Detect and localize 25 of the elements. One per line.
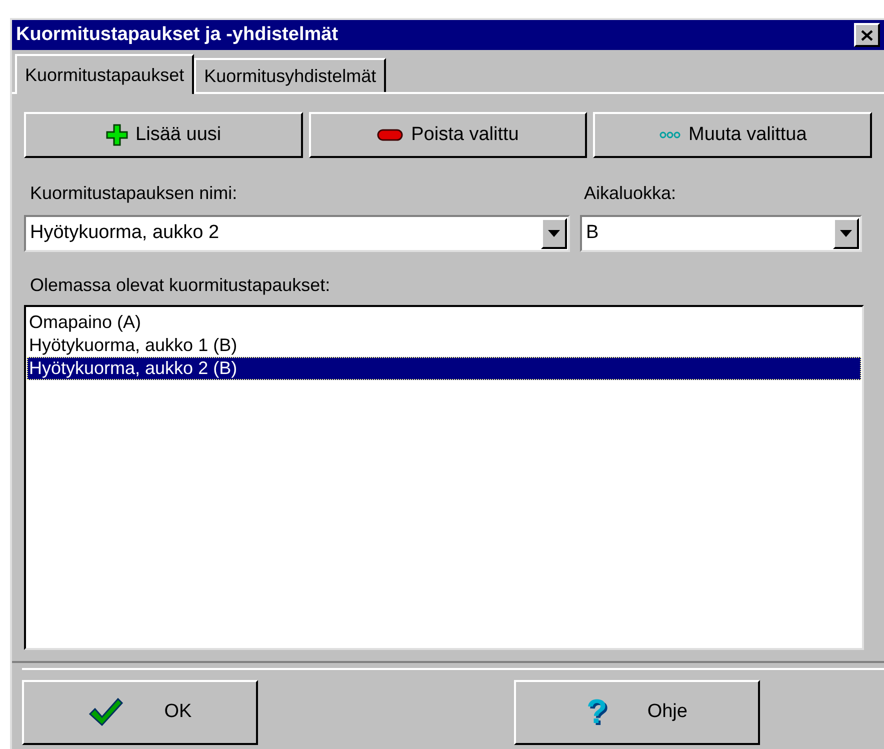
window-title: Kuormitustapaukset ja -yhdistelmät bbox=[16, 22, 338, 47]
action-button[interactable]: Muuta valittua bbox=[593, 112, 872, 158]
field-value: B bbox=[585, 221, 600, 246]
action-button[interactable]: Poista valittu bbox=[308, 112, 588, 158]
action-button[interactable]: Lisää uusi bbox=[24, 112, 303, 158]
minus-icon bbox=[377, 129, 404, 141]
list-item[interactable]: Hyötykuorma, aukko 2 (B) bbox=[27, 357, 861, 380]
list-item[interactable]: Omapaino (A) bbox=[27, 311, 861, 334]
question-icon: ? bbox=[586, 695, 608, 729]
field-label: Aikaluokka: bbox=[583, 182, 678, 205]
dropdown-field[interactable]: B bbox=[580, 215, 862, 252]
dots-icon bbox=[658, 131, 680, 139]
checkmark-icon bbox=[88, 697, 124, 727]
plus-icon bbox=[106, 124, 128, 146]
help-button[interactable]: ? Ohje bbox=[514, 680, 760, 744]
tab[interactable]: Kuormitusyhdistelmät bbox=[194, 58, 386, 92]
dropdown-field[interactable]: Hyötykuorma, aukko 2 bbox=[24, 215, 570, 252]
list-item[interactable]: Hyötykuorma, aukko 1 (B) bbox=[27, 334, 861, 357]
ok-button[interactable]: OK bbox=[22, 680, 258, 744]
field-label: Kuormitustapauksen nimi: bbox=[29, 182, 238, 205]
tab[interactable]: Kuormitustapaukset bbox=[15, 54, 194, 94]
field-value: Hyötykuorma, aukko 2 bbox=[29, 221, 220, 246]
close-button[interactable] bbox=[854, 23, 880, 47]
list-label: Olemassa olevat kuormitustapaukset: bbox=[29, 274, 332, 297]
close-icon bbox=[861, 30, 873, 40]
